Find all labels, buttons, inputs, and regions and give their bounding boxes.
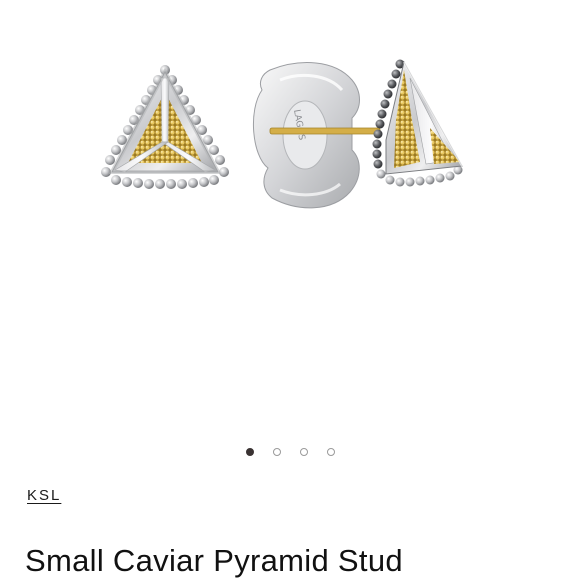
product-image-gallery[interactable]: LAGOS	[0, 0, 580, 430]
product-image: LAGOS	[101, 59, 463, 209]
earring-back: LAGOS	[252, 62, 360, 209]
carousel-dot-2[interactable]	[272, 448, 281, 456]
product-title: Small Caviar Pyramid Stud	[25, 543, 403, 578]
left-stud-front	[101, 65, 229, 189]
right-stud-side	[372, 59, 463, 187]
brand-link[interactable]: KSL	[27, 487, 61, 504]
carousel-dot-1[interactable]	[245, 448, 254, 456]
carousel-pagination	[0, 448, 580, 456]
gold-post	[269, 127, 381, 135]
carousel-dot-4[interactable]	[326, 448, 335, 456]
carousel-dot-3[interactable]	[299, 448, 308, 456]
